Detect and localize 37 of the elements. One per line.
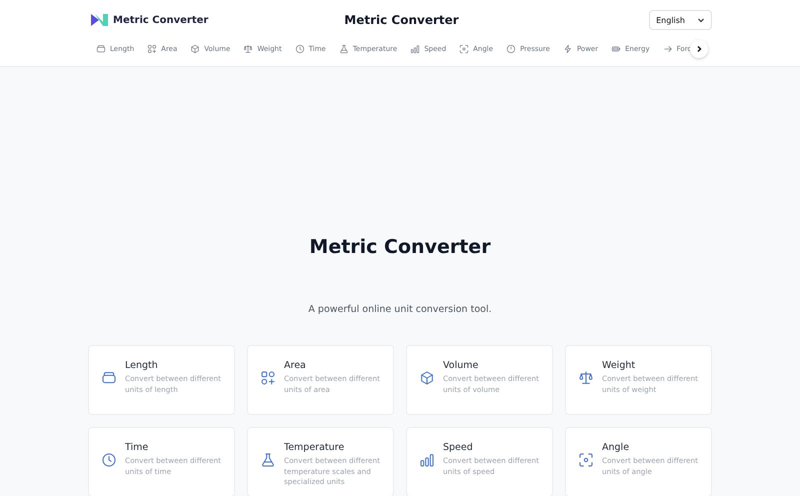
- card-title: Weight: [602, 360, 636, 371]
- bar-chart-icon: [419, 452, 435, 468]
- card-title: Length: [125, 360, 159, 371]
- flask-icon: [260, 452, 276, 468]
- card-title: Temperature: [284, 442, 346, 453]
- page-title: Metric Converter: [308, 235, 492, 260]
- page-subtitle: A powerful online unit conversion tool.: [307, 303, 493, 317]
- flask-icon: [338, 44, 349, 54]
- focus-icon: [459, 44, 470, 54]
- brand-name[interactable]: Metric Converter: [113, 14, 208, 26]
- header-title: Metric Converter: [344, 13, 459, 27]
- scroll-right-button[interactable]: [690, 40, 708, 58]
- card-title: Time: [125, 442, 150, 453]
- cube-icon: [419, 370, 435, 386]
- card-title: Angle: [602, 442, 630, 453]
- chevron-right-icon: [695, 45, 703, 53]
- cube-icon: [190, 44, 200, 54]
- ruler-box-icon: [96, 44, 106, 54]
- card-title: Volume: [443, 360, 480, 371]
- language-select[interactable]: English: [649, 10, 712, 30]
- ruler-box-icon: [101, 370, 117, 386]
- focus-icon: [578, 452, 594, 468]
- gauge-icon: [506, 44, 516, 54]
- lightning-icon: [562, 44, 573, 54]
- shapes-icon: [147, 44, 158, 54]
- bar-chart-icon: [410, 44, 420, 54]
- chevron-down-icon: [697, 16, 705, 24]
- arrow-right-icon: [662, 44, 673, 54]
- shapes-icon: [260, 370, 276, 386]
- card-title: Speed: [443, 442, 474, 453]
- clock-icon: [101, 452, 117, 468]
- logo-icon: [91, 14, 108, 26]
- battery-icon: [611, 44, 622, 54]
- scale-icon: [243, 44, 254, 54]
- scale-icon: [578, 370, 594, 386]
- clock-icon: [294, 44, 305, 54]
- card-title: Area: [284, 360, 307, 371]
